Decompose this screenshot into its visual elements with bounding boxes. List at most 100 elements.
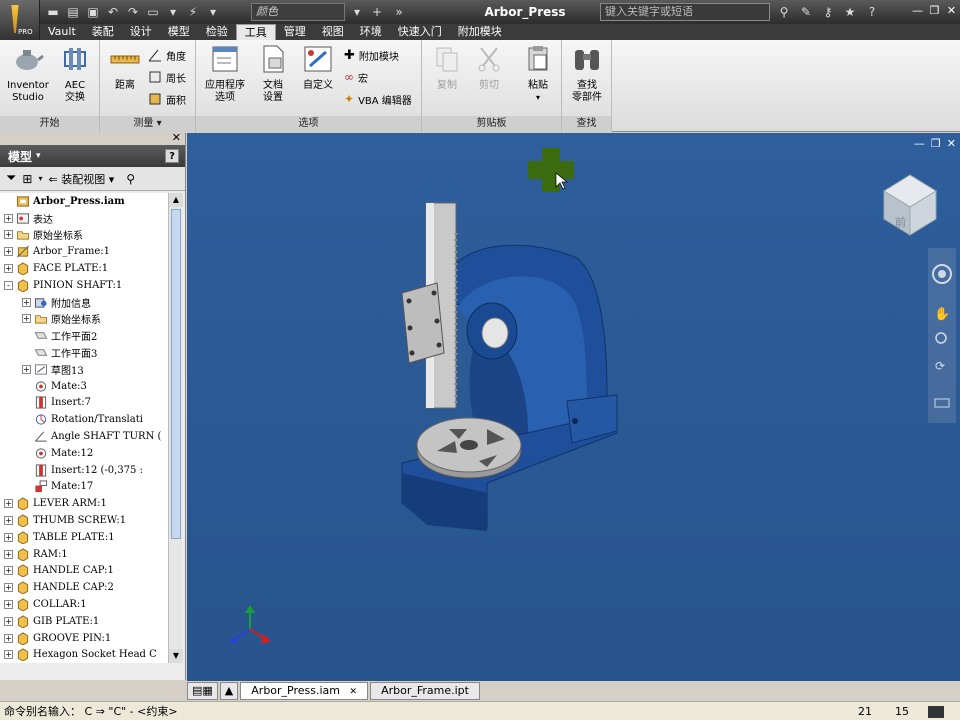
scroll-up-icon[interactable]: ▲ bbox=[169, 193, 183, 207]
customize-button[interactable]: 自定义 bbox=[296, 44, 340, 92]
undo-icon[interactable]: ↶ bbox=[104, 3, 122, 21]
color-dropdown-icon[interactable]: ▾ bbox=[348, 3, 366, 21]
doc-settings-button[interactable]: 文档 设置 bbox=[250, 44, 296, 104]
tree-item[interactable]: Rotation/Translati bbox=[0, 411, 168, 428]
scroll-down-icon[interactable]: ▼ bbox=[169, 649, 183, 663]
tree-item[interactable]: Insert:7 bbox=[0, 395, 168, 412]
tree-item[interactable]: + Hexagon Socket Head C bbox=[0, 647, 168, 663]
color-selector[interactable]: 颜色 bbox=[251, 3, 345, 21]
new-icon[interactable]: ▬ bbox=[44, 3, 62, 21]
tile-windows-icon[interactable]: ▤▦ bbox=[187, 682, 218, 700]
macro-button[interactable]: ∞ 宏 bbox=[344, 68, 368, 86]
group-measure-label[interactable]: 测量 ▾ bbox=[100, 116, 195, 132]
tab-4[interactable]: 检验 bbox=[198, 24, 236, 40]
collapse-icon[interactable]: - bbox=[4, 280, 13, 290]
scroll-thumb[interactable] bbox=[171, 209, 181, 539]
tree-item[interactable]: 工作平面3 bbox=[0, 344, 168, 361]
tree-item[interactable]: + 草图13 bbox=[0, 361, 168, 378]
tab-0[interactable]: Vault bbox=[40, 24, 84, 40]
tab-5[interactable]: 工具 bbox=[235, 24, 276, 40]
doc-tab-close-icon[interactable]: ✕ bbox=[350, 687, 358, 697]
browser-help-icon[interactable]: ? bbox=[165, 149, 179, 163]
restore-icon[interactable]: ❐ bbox=[926, 2, 943, 20]
tree-structure-icon[interactable]: ⊞ bbox=[22, 172, 32, 186]
tree-item[interactable]: + HANDLE CAP:1 bbox=[0, 563, 168, 580]
tree-item[interactable]: - PINION SHAFT:1 bbox=[0, 277, 168, 294]
tree-item[interactable]: + GROOVE PIN:1 bbox=[0, 630, 168, 647]
tree-item[interactable]: + GIB PLATE:1 bbox=[0, 613, 168, 630]
expand-icon[interactable]: + bbox=[4, 600, 13, 610]
tab-3[interactable]: 模型 bbox=[160, 24, 198, 40]
tab-list-icon[interactable]: ▲ bbox=[219, 682, 239, 700]
open-icon[interactable]: ▤ bbox=[64, 3, 82, 21]
graphics-viewport[interactable]: — ❐ ✕ 前 ✋ ⟳ bbox=[187, 133, 960, 681]
distance-button[interactable]: 距离 bbox=[100, 44, 150, 92]
expand-icon[interactable]: + bbox=[4, 566, 13, 576]
cut-button[interactable]: 剪切 bbox=[464, 44, 514, 92]
more-icon[interactable]: » bbox=[390, 3, 408, 21]
filter-icon[interactable]: ⏷ bbox=[6, 171, 16, 186]
tab-9[interactable]: 快速入门 bbox=[390, 24, 450, 40]
tree-item[interactable]: + LEVER ARM:1 bbox=[0, 495, 168, 512]
assembly-view-button[interactable]: ⇐ 装配视图 ▾ bbox=[48, 171, 114, 187]
perimeter-button[interactable]: 周长 bbox=[148, 68, 186, 86]
tree-item[interactable]: Arbor_Press.iam bbox=[0, 193, 168, 210]
tools-icon[interactable]: ✎ bbox=[797, 3, 815, 21]
minimize-icon[interactable]: — bbox=[909, 2, 926, 20]
tree-item[interactable]: Mate:3 bbox=[0, 378, 168, 395]
tree-item[interactable]: Angle SHAFT TURN ( bbox=[0, 428, 168, 445]
tab-2[interactable]: 设计 bbox=[122, 24, 160, 40]
expand-icon[interactable]: + bbox=[4, 499, 13, 509]
tree-item[interactable]: + RAM:1 bbox=[0, 546, 168, 563]
tree-item[interactable]: + COLLAR:1 bbox=[0, 596, 168, 613]
return-icon[interactable]: ▭ bbox=[144, 3, 162, 21]
paste-dropdown-icon[interactable]: ▾ bbox=[516, 92, 560, 104]
help-icon[interactable]: ? bbox=[863, 3, 881, 21]
dropdown-icon[interactable]: ▾ bbox=[204, 3, 222, 21]
save-icon[interactable]: ▣ bbox=[84, 3, 102, 21]
browser-header[interactable]: 模型 ▾ ? bbox=[0, 145, 185, 167]
application-menu-button[interactable]: PRO bbox=[0, 0, 40, 40]
expand-icon[interactable]: + bbox=[4, 230, 13, 240]
search-input[interactable]: 键入关键字或短语 bbox=[600, 3, 770, 21]
panel-close-icon[interactable]: ✕ bbox=[172, 131, 181, 144]
expand-icon[interactable]: + bbox=[4, 532, 13, 542]
key-icon[interactable]: ⚷ bbox=[819, 3, 837, 21]
tab-10[interactable]: 附加模块 bbox=[450, 24, 510, 40]
search-binoculars-icon[interactable]: ⚲ bbox=[775, 3, 793, 21]
tree-item[interactable]: + FACE PLATE:1 bbox=[0, 260, 168, 277]
tree-item[interactable]: + THUMB SCREW:1 bbox=[0, 512, 168, 529]
doc-tab-arbor-frame[interactable]: Arbor_Frame.ipt bbox=[370, 682, 480, 700]
tab-6[interactable]: 管理 bbox=[276, 24, 314, 40]
tree-item[interactable]: Mate:17 bbox=[0, 479, 168, 496]
tab-1[interactable]: 装配 bbox=[84, 24, 122, 40]
tab-8[interactable]: 环境 bbox=[352, 24, 390, 40]
tree-item[interactable]: + 原始坐标系 bbox=[0, 227, 168, 244]
tab-7[interactable]: 视图 bbox=[314, 24, 352, 40]
angle-button[interactable]: 角度 bbox=[148, 46, 186, 64]
select-icon[interactable]: ▾ bbox=[164, 3, 182, 21]
expand-icon[interactable]: + bbox=[4, 213, 13, 223]
expand-icon[interactable]: + bbox=[4, 650, 13, 660]
add-icon[interactable]: + bbox=[368, 3, 386, 21]
vba-editor-button[interactable]: ✦ VBA 编辑器 bbox=[344, 90, 412, 108]
expand-icon[interactable]: + bbox=[22, 297, 31, 307]
tree-item[interactable]: 工作平面2 bbox=[0, 327, 168, 344]
close-icon[interactable]: ✕ bbox=[943, 2, 960, 20]
addin-manager-button[interactable]: ✚ 附加模块 bbox=[344, 46, 399, 64]
expand-icon[interactable]: + bbox=[4, 516, 13, 526]
inventor-studio-button[interactable]: Inventor Studio bbox=[3, 44, 53, 104]
tree-item[interactable]: Insert:12 (-0,375 : bbox=[0, 462, 168, 479]
update-icon[interactable]: ⚡ bbox=[184, 3, 202, 21]
expand-icon[interactable]: + bbox=[4, 583, 13, 593]
redo-icon[interactable]: ↷ bbox=[124, 3, 142, 21]
expand-icon[interactable]: + bbox=[4, 247, 13, 257]
tree-item[interactable]: + 附加信息 bbox=[0, 294, 168, 311]
expand-icon[interactable]: + bbox=[22, 314, 31, 324]
browser-title-dropdown-icon[interactable]: ▾ bbox=[36, 151, 41, 161]
expand-icon[interactable]: + bbox=[4, 549, 13, 559]
tree-dropdown-icon[interactable]: ▾ bbox=[38, 174, 42, 183]
tree-scrollbar[interactable]: ▲ ▼ bbox=[168, 193, 183, 663]
tree-item[interactable]: + TABLE PLATE:1 bbox=[0, 529, 168, 546]
expand-icon[interactable]: + bbox=[4, 264, 13, 274]
